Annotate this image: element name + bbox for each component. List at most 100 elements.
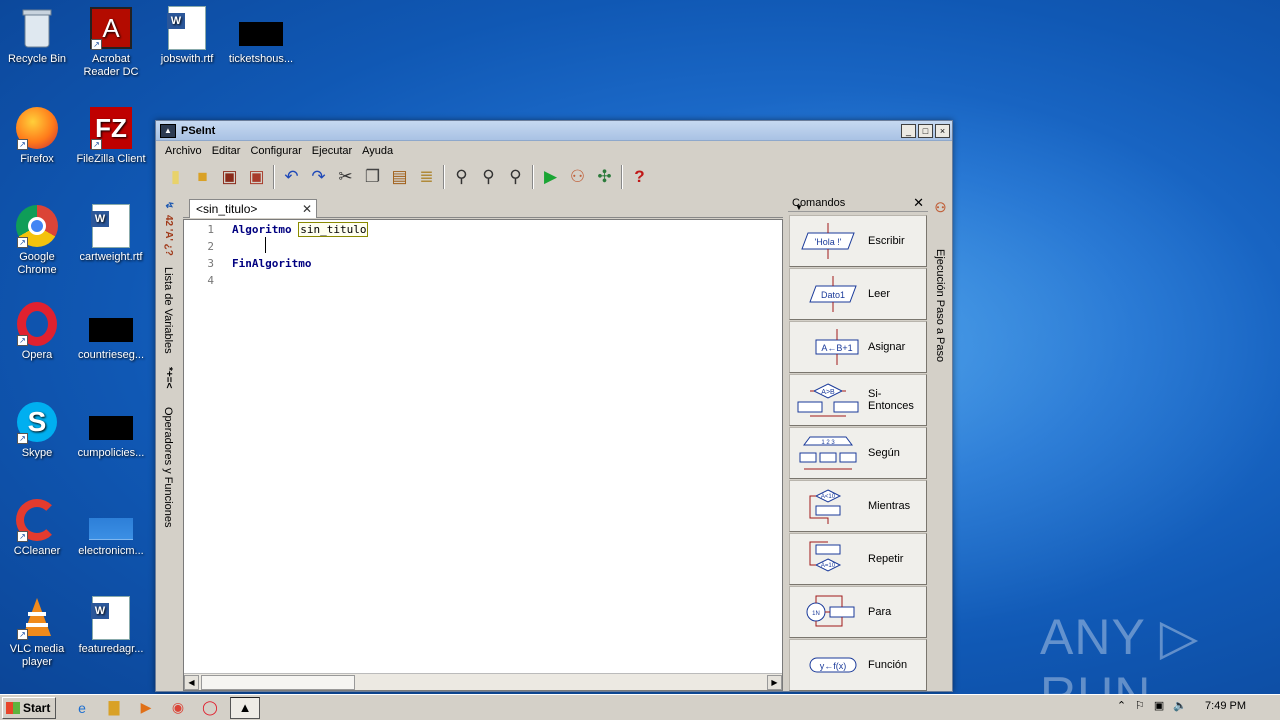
close-commands-icon[interactable]: ✕ [913, 195, 924, 211]
desktop-icon-label: Skype [21, 447, 53, 459]
pseint-taskbar-button[interactable]: ▲ [230, 696, 260, 719]
desktop-icon-skype[interactable]: S ↗ Skype [0, 400, 74, 460]
repeat-command-icon-text: A=10 [821, 563, 836, 569]
find-previous-icon[interactable]: ⚲ [475, 164, 502, 190]
command-para[interactable]: 1N Para [789, 586, 927, 638]
command-label: Repetir [868, 553, 904, 565]
assign-command-icon: A←B+1 [796, 327, 860, 367]
open-folder-icon[interactable]: ■ [189, 164, 216, 190]
command-asignar[interactable]: A←B+1 Asignar [789, 321, 927, 373]
line-number: 2 [207, 240, 214, 253]
command-mientras[interactable]: A<10 Mientras [789, 480, 927, 532]
desktop-icon-ticketshous[interactable]: ticketshous... [224, 6, 298, 66]
desktop-icon-filezilla[interactable]: FZ ↗ FileZilla Client [74, 106, 148, 166]
desktop-icon-recycle-bin[interactable]: Recycle Bin [0, 6, 74, 66]
window-title: PSeInt [181, 124, 216, 137]
flowchart-icon[interactable]: ✣ [591, 164, 618, 190]
minimize-button[interactable]: _ [901, 123, 916, 138]
save-as-icon[interactable]: ▣ [243, 164, 270, 190]
internet-explorer-icon[interactable]: e [70, 697, 94, 719]
chrome-taskbar-icon[interactable]: ◉ [166, 697, 190, 719]
system-tray: ⌃ ⚐ ▣ 🔈 7:49 PM [1108, 699, 1246, 713]
for-command-icon-text: 1N [812, 611, 820, 617]
menu-ayuda[interactable]: Ayuda [357, 145, 398, 157]
menu-archivo[interactable]: Archivo [160, 145, 207, 157]
command-label: Escribir [868, 235, 905, 247]
switch-command-icon-text: 1 2 3 [821, 440, 835, 446]
step-by-step-icon[interactable]: ⚇ [564, 164, 591, 190]
desktop-icon-ccleaner[interactable]: ↗ CCleaner [0, 498, 74, 558]
code-editor[interactable]: 1 Algoritmo sin_titulo 2 3 FinAlgoritmo … [183, 219, 783, 691]
paste-icon[interactable]: ▤ [386, 164, 413, 190]
desktop-icon-cartweight[interactable]: W cartweight.rtf [74, 204, 148, 264]
variables-panel-tab[interactable]: Lista de Variables [162, 267, 174, 354]
network-icon[interactable]: ▣ [1154, 699, 1164, 712]
menu-editar[interactable]: Editar [207, 145, 246, 157]
desktop-icon-acrobat[interactable]: A ↗ Acrobat Reader DC [74, 6, 148, 79]
desktop-icon-jobswith[interactable]: W jobswith.rtf [150, 6, 224, 66]
undo-icon[interactable]: ↶ [278, 164, 305, 190]
show-hidden-icons-icon[interactable]: ⌃ [1117, 699, 1126, 712]
command-repetir[interactable]: A=10 Repetir [789, 533, 927, 585]
command-segun[interactable]: 1 2 3 Según [789, 427, 927, 479]
desktop-icon-chrome[interactable]: ↗ Google Chrome [0, 204, 74, 277]
command-label: Si-Entonces [868, 388, 914, 412]
pseint-app-icon: ▲ [160, 123, 176, 138]
step-execution-panel-tab[interactable]: Ejecución Paso a Paso [934, 249, 946, 362]
desktop-icon-label: Recycle Bin [7, 53, 67, 65]
command-label: Según [868, 447, 900, 459]
run-icon[interactable]: ▶ [537, 164, 564, 190]
toolbar: ▮ ■ ▣ ▣ ↶ ↷ ✂ ❐ ▤ ≣ ⚲ ⚲ ⚲ ▶ ⚇ ✣ ? [156, 161, 952, 193]
volume-icon[interactable]: 🔈 [1173, 699, 1187, 712]
cut-icon[interactable]: ✂ [332, 164, 359, 190]
desktop-icon-vlc[interactable]: ↗ VLC media player [0, 596, 74, 669]
maximize-button[interactable]: □ [918, 123, 933, 138]
menu-configurar[interactable]: Configurar [245, 145, 306, 157]
desktop-icon-firefox[interactable]: ↗ Firefox [0, 106, 74, 166]
desktop-icon-label: Acrobat Reader DC [83, 53, 139, 78]
commands-header: Comandos ✕ [788, 195, 928, 212]
operators-panel-tab[interactable]: Operadores y Funciones [162, 407, 174, 527]
desktop-icon-label: ticketshous... [228, 53, 294, 65]
find-next-icon[interactable]: ⚲ [502, 164, 529, 190]
pseint-window: ▲ PSeInt _ □ × Archivo Editar Configurar… [155, 120, 953, 692]
desktop-icon-cumpolicies[interactable]: cumpolicies... [74, 400, 148, 460]
desktop-icon-label: featuredagr... [78, 643, 144, 655]
save-icon[interactable]: ▣ [216, 164, 243, 190]
command-si-entonces[interactable]: A>B Si-Entonces [789, 374, 927, 426]
desktop-icon-countrieseg[interactable]: countrieseg... [74, 302, 148, 362]
start-button[interactable]: Start [2, 696, 56, 719]
command-funcion[interactable]: y←f(x) Función [789, 639, 927, 691]
command-leer[interactable]: Dato1 Leer [789, 268, 927, 320]
clock[interactable]: 7:49 PM [1205, 700, 1246, 712]
desktop-icon-electronicm[interactable]: electronicm... [74, 498, 148, 558]
desktop-icon-opera[interactable]: ↗ Opera [0, 302, 74, 362]
scroll-right-icon[interactable]: ▶ [767, 675, 782, 690]
action-center-flag-icon[interactable]: ⚐ [1135, 699, 1145, 712]
scrollbar-thumb[interactable] [201, 675, 355, 690]
media-player-icon[interactable]: ▶ [134, 697, 158, 719]
close-button[interactable]: × [935, 123, 950, 138]
file-explorer-icon[interactable]: ▇ [102, 697, 126, 719]
keyword: Algoritmo [232, 223, 292, 236]
opera-taskbar-icon[interactable]: ◯ [198, 697, 222, 719]
indent-icon[interactable]: ≣ [413, 164, 440, 190]
window-titlebar[interactable]: ▲ PSeInt _ □ × [156, 121, 952, 141]
help-icon[interactable]: ? [626, 164, 653, 190]
redo-icon[interactable]: ↷ [305, 164, 332, 190]
command-label: Asignar [868, 341, 906, 353]
text-caret [265, 237, 266, 253]
editor-tab[interactable]: <sin_titulo> ✕ [189, 199, 317, 218]
desktop-icon-label: Opera [21, 349, 53, 361]
scroll-left-icon[interactable]: ◀ [184, 675, 199, 690]
new-file-icon[interactable]: ▮ [162, 164, 189, 190]
horizontal-scrollbar[interactable]: ◀ ▶ [184, 673, 782, 690]
command-escribir[interactable]: 'Hola !' Escribir [789, 215, 927, 267]
copy-icon[interactable]: ❐ [359, 164, 386, 190]
menu-ejecutar[interactable]: Ejecutar [307, 145, 357, 157]
find-icon[interactable]: ⚲ [448, 164, 475, 190]
close-tab-icon[interactable]: ✕ [302, 202, 312, 216]
taskbar: Start e ▇ ▶ ◉ ◯ ▲ ⌃ ⚐ ▣ 🔈 7:49 PM [0, 694, 1280, 720]
desktop-icon-featuredagr[interactable]: W featuredagr... [74, 596, 148, 656]
right-side-panel: ⚇ Ejecución Paso a Paso [930, 197, 952, 691]
